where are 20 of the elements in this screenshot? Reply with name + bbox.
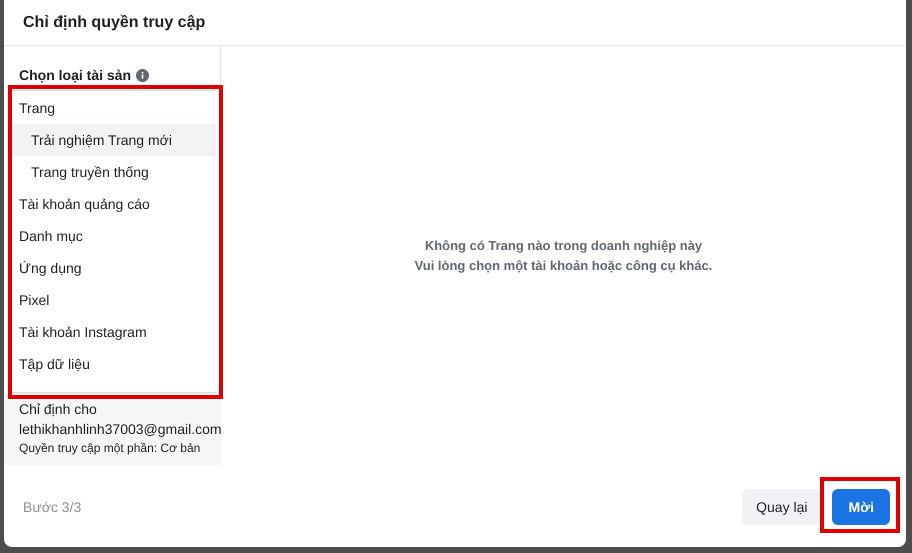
asset-type-item[interactable]: Ứng dụng xyxy=(12,252,216,284)
asset-type-item[interactable]: Pixel xyxy=(12,284,216,316)
asset-type-item[interactable]: Danh mục xyxy=(12,220,216,252)
asset-type-item[interactable]: Tập dữ liệu xyxy=(12,348,216,380)
info-icon[interactable] xyxy=(136,68,150,82)
dialog-title: Chỉ định quyền truy cập xyxy=(23,14,206,32)
asset-type-item[interactable]: Trang xyxy=(12,92,216,124)
empty-message: Không có Trang nào trong doanh nghiệp này xyxy=(424,237,702,255)
asset-type-item[interactable]: Trang truyền thống xyxy=(12,156,216,188)
assignee-label: Chỉ định cho xyxy=(19,400,98,419)
invite-button[interactable]: Mời xyxy=(832,488,890,524)
asset-type-item[interactable]: Tài khoản quảng cáo xyxy=(12,188,216,220)
assignee-email: lethikhanhlinh37003@gmail.com xyxy=(19,420,221,439)
access-level: Quyền truy cập một phần: Cơ bản xyxy=(19,440,202,457)
step-indicator: Bước 3/3 xyxy=(23,498,82,514)
asset-type-item[interactable]: Trải nghiệm Trang mới xyxy=(12,124,216,156)
back-button[interactable]: Quay lại xyxy=(742,488,822,524)
section-heading: Chọn loại tài sản xyxy=(19,67,132,83)
empty-message: Vui lòng chọn một tài khoản hoặc công cụ khác. xyxy=(414,257,712,275)
asset-type-item[interactable]: Tài khoản Instagram xyxy=(12,316,216,348)
